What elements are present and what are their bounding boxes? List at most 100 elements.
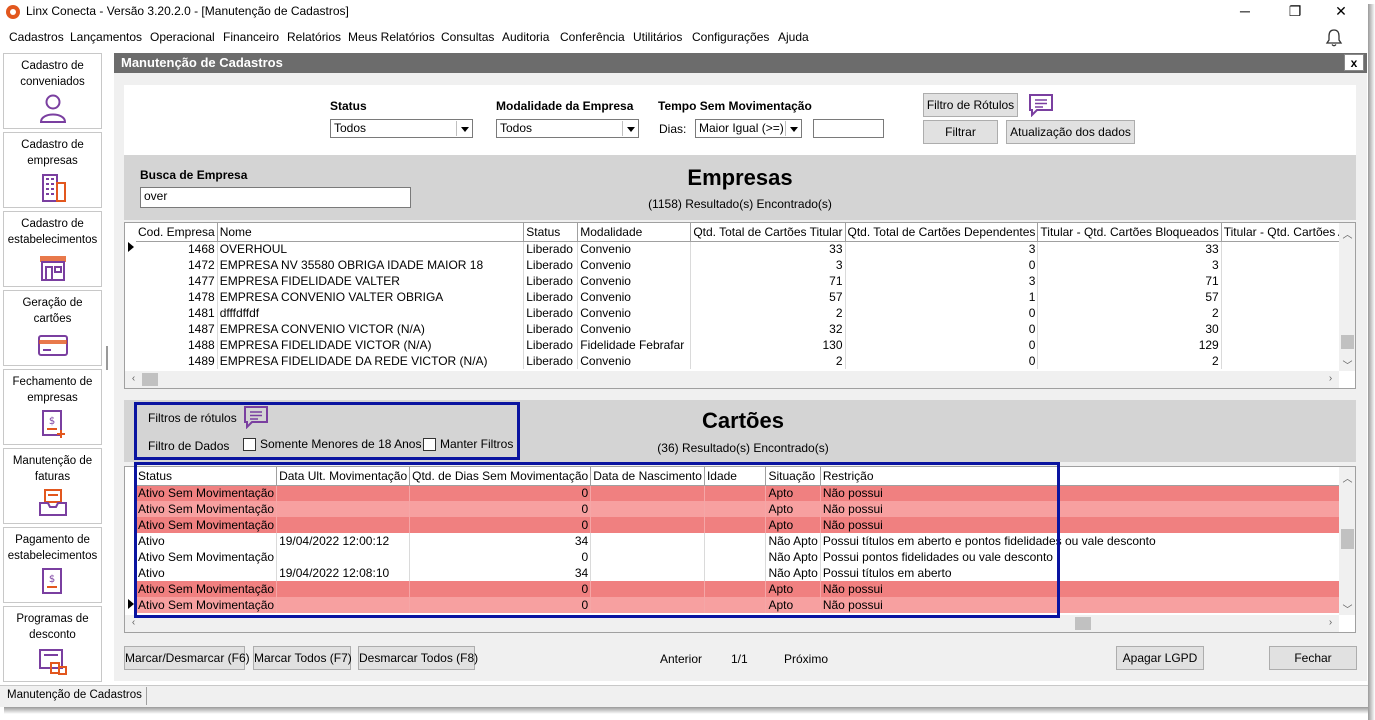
desmarcar-todos-button[interactable]: Desmarcar Todos (F8) <box>358 646 478 670</box>
sidebar-item-manutencao-faturas[interactable]: Manutenção de faturas <box>3 448 102 524</box>
table-cell: 130 <box>690 337 846 353</box>
column-header[interactable]: Status <box>523 223 579 242</box>
bell-icon[interactable] <box>1324 28 1344 48</box>
column-header[interactable]: Modalidade <box>577 223 692 242</box>
table-cell: Convenio <box>577 321 692 337</box>
scroll-left-icon[interactable]: ‹ <box>125 617 142 628</box>
fechar-button[interactable]: Fechar <box>1269 646 1357 670</box>
minimize-button[interactable]: ─ <box>1222 0 1268 22</box>
dias-operator-select[interactable]: Maior Igual (>=) <box>695 119 802 138</box>
empresas-horizontal-scrollbar[interactable]: ‹ › <box>125 371 1339 388</box>
filtro-rotulos-button[interactable]: Filtro de Rótulos <box>923 93 1018 117</box>
table-row[interactable]: 1488 EMPRESA FIDELIDADE VICTOR (N/A) Libe… <box>136 337 1355 353</box>
column-header[interactable]: Titular - Qtd. Cartões Bloqueados <box>1037 223 1222 242</box>
menu-cadastros[interactable]: Cadastros <box>9 30 64 44</box>
table-cell: EMPRESA NV 35580 OBRIGA IDADE MAIOR 18 <box>217 257 525 273</box>
menu-auditoria[interactable]: Auditoria <box>502 30 549 44</box>
sidebar-item-cadastro-conveniados[interactable]: Cadastro de conveniados <box>3 53 102 129</box>
scroll-thumb[interactable] <box>1341 529 1354 549</box>
sidebar-item-cadastro-estabelecimentos[interactable]: Cadastro de estabelecimentos <box>3 211 102 287</box>
sidebar-item-label: Cadastro de empresas <box>21 139 84 167</box>
menu-conferencia[interactable]: Conferência <box>560 30 625 44</box>
anterior-link[interactable]: Anterior <box>660 652 702 666</box>
table-cell: 33 <box>1037 241 1222 257</box>
table-cell: 1 <box>845 289 1039 305</box>
scroll-thumb[interactable] <box>1341 335 1354 349</box>
menu-meus-relatorios[interactable]: Meus Relatórios <box>348 30 435 44</box>
sidebar-item-fechamento-empresas[interactable]: Fechamento de empresas $ <box>3 369 102 445</box>
column-header[interactable]: Nome <box>217 223 525 242</box>
table-cell: 3 <box>690 257 846 273</box>
table-cell: Convenio <box>577 241 692 257</box>
menu-configuracoes[interactable]: Configurações <box>692 30 769 44</box>
menu-lancamentos[interactable]: Lançamentos <box>70 30 142 44</box>
scroll-right-icon[interactable]: › <box>1322 617 1339 628</box>
atualizacao-dados-button[interactable]: Atualização dos dados <box>1006 120 1135 144</box>
table-cell: Liberado <box>523 353 579 369</box>
table-cell: Liberado <box>523 241 579 257</box>
status-select[interactable]: Todos <box>330 119 473 138</box>
sidebar-item-pagamento-estabelecimentos[interactable]: Pagamento de estabelecimentos $ <box>3 527 102 603</box>
modalidade-select[interactable]: Todos <box>496 119 639 138</box>
sidebar-item-cadastro-empresas[interactable]: Cadastro de empresas <box>3 132 102 208</box>
menu-relatorios[interactable]: Relatórios <box>287 30 341 44</box>
inner-close-button[interactable]: x <box>1344 54 1364 71</box>
chat-labels-icon[interactable] <box>1028 93 1054 117</box>
close-button[interactable]: ✕ <box>1318 0 1364 22</box>
menu-operacional[interactable]: Operacional <box>150 30 215 44</box>
maximize-button[interactable]: ❐ <box>1272 0 1318 22</box>
column-header[interactable]: Cod. Empresa <box>136 223 218 242</box>
menu-consultas[interactable]: Consultas <box>441 30 494 44</box>
table-row[interactable]: 1468 OVERHOUL Liberado Convenio 33 3 33 <box>136 241 1355 257</box>
dias-input[interactable] <box>813 119 884 138</box>
proximo-link[interactable]: Próximo <box>784 652 828 666</box>
marcar-desmarcar-button[interactable]: Marcar/Desmarcar (F6) <box>124 646 250 670</box>
table-row[interactable]: 1478 EMPRESA CONVENIO VALTER OBRIGA Libera… <box>136 289 1355 305</box>
table-row[interactable]: 1481 dfffdffdf Liberado Convenio 2 0 2 <box>136 305 1355 321</box>
column-header[interactable]: Qtd. Total de Cartões Dependentes <box>845 223 1039 242</box>
sidebar-item-label: Cadastro de conveniados <box>20 60 85 88</box>
column-header[interactable]: Titular - Qtd. Cartões Ati <box>1221 223 1355 242</box>
discount-program-icon <box>39 649 67 675</box>
payment-icon: $ <box>42 568 62 594</box>
table-cell: Fidelidade Febrafar <box>577 337 692 353</box>
scroll-thumb[interactable] <box>142 373 158 386</box>
table-row[interactable]: 1487 EMPRESA CONVENIO VICTOR (N/A) Liberad… <box>136 321 1355 337</box>
apagar-lgpd-button[interactable]: Apagar LGPD <box>1116 646 1204 670</box>
scroll-right-icon[interactable]: › <box>1322 373 1339 384</box>
table-cell: 57 <box>690 289 846 305</box>
cartoes-vertical-scrollbar[interactable]: ︿ ﹀ <box>1339 467 1355 616</box>
table-cell: 33 <box>690 241 846 257</box>
menu-financeiro[interactable]: Financeiro <box>223 30 279 44</box>
menu-utilitarios[interactable]: Utilitários <box>633 30 682 44</box>
table-cell: Liberado <box>523 289 579 305</box>
scroll-down-icon[interactable]: ﹀ <box>1339 357 1355 372</box>
table-cell: Liberado <box>523 321 579 337</box>
table-cell <box>1221 273 1355 289</box>
table-row[interactable]: 1489 EMPRESA FIDELIDADE DA REDE VICTOR (N… <box>136 353 1355 369</box>
table-cell: 129 <box>1037 337 1222 353</box>
empresas-grid: Cod. Empresa Nome Status Modalidade Qtd. Tot… <box>124 222 1356 389</box>
tempo-label: Tempo Sem Movimentação <box>658 99 812 113</box>
table-row[interactable]: 1477 EMPRESA FIDELIDADE VALTER Liberado Con… <box>136 273 1355 289</box>
filtrar-button[interactable]: Filtrar <box>923 120 998 144</box>
table-cell <box>1221 257 1355 273</box>
table-row[interactable]: 1472 EMPRESA NV 35580 OBRIGA IDADE MAIOR … <box>136 257 1355 273</box>
table-cell: EMPRESA CONVENIO VICTOR (N/A) <box>217 321 525 337</box>
busca-empresa-input[interactable]: over <box>140 187 411 208</box>
invoice-close-icon: $ <box>42 410 65 438</box>
scroll-up-icon[interactable]: ︿ <box>1339 470 1355 485</box>
sidebar-item-programas-desconto[interactable]: Programas de desconto <box>3 606 102 682</box>
table-cell: 57 <box>1037 289 1222 305</box>
column-header[interactable]: Qtd. Total de Cartões Titular <box>690 223 846 242</box>
scroll-thumb[interactable] <box>1075 617 1091 630</box>
menu-ajuda[interactable]: Ajuda <box>778 30 809 44</box>
filter-highlight-box <box>134 402 520 460</box>
sidebar-resize-handle[interactable] <box>106 346 108 370</box>
empresas-vertical-scrollbar[interactable]: ︿ ﹀ <box>1339 223 1355 372</box>
scroll-up-icon[interactable]: ︿ <box>1339 226 1355 241</box>
scroll-down-icon[interactable]: ﹀ <box>1339 601 1355 616</box>
marcar-todos-button[interactable]: Marcar Todos (F7) <box>253 646 352 670</box>
scroll-left-icon[interactable]: ‹ <box>125 373 142 384</box>
sidebar-item-geracao-cartoes[interactable]: Geração de cartões <box>3 290 102 366</box>
